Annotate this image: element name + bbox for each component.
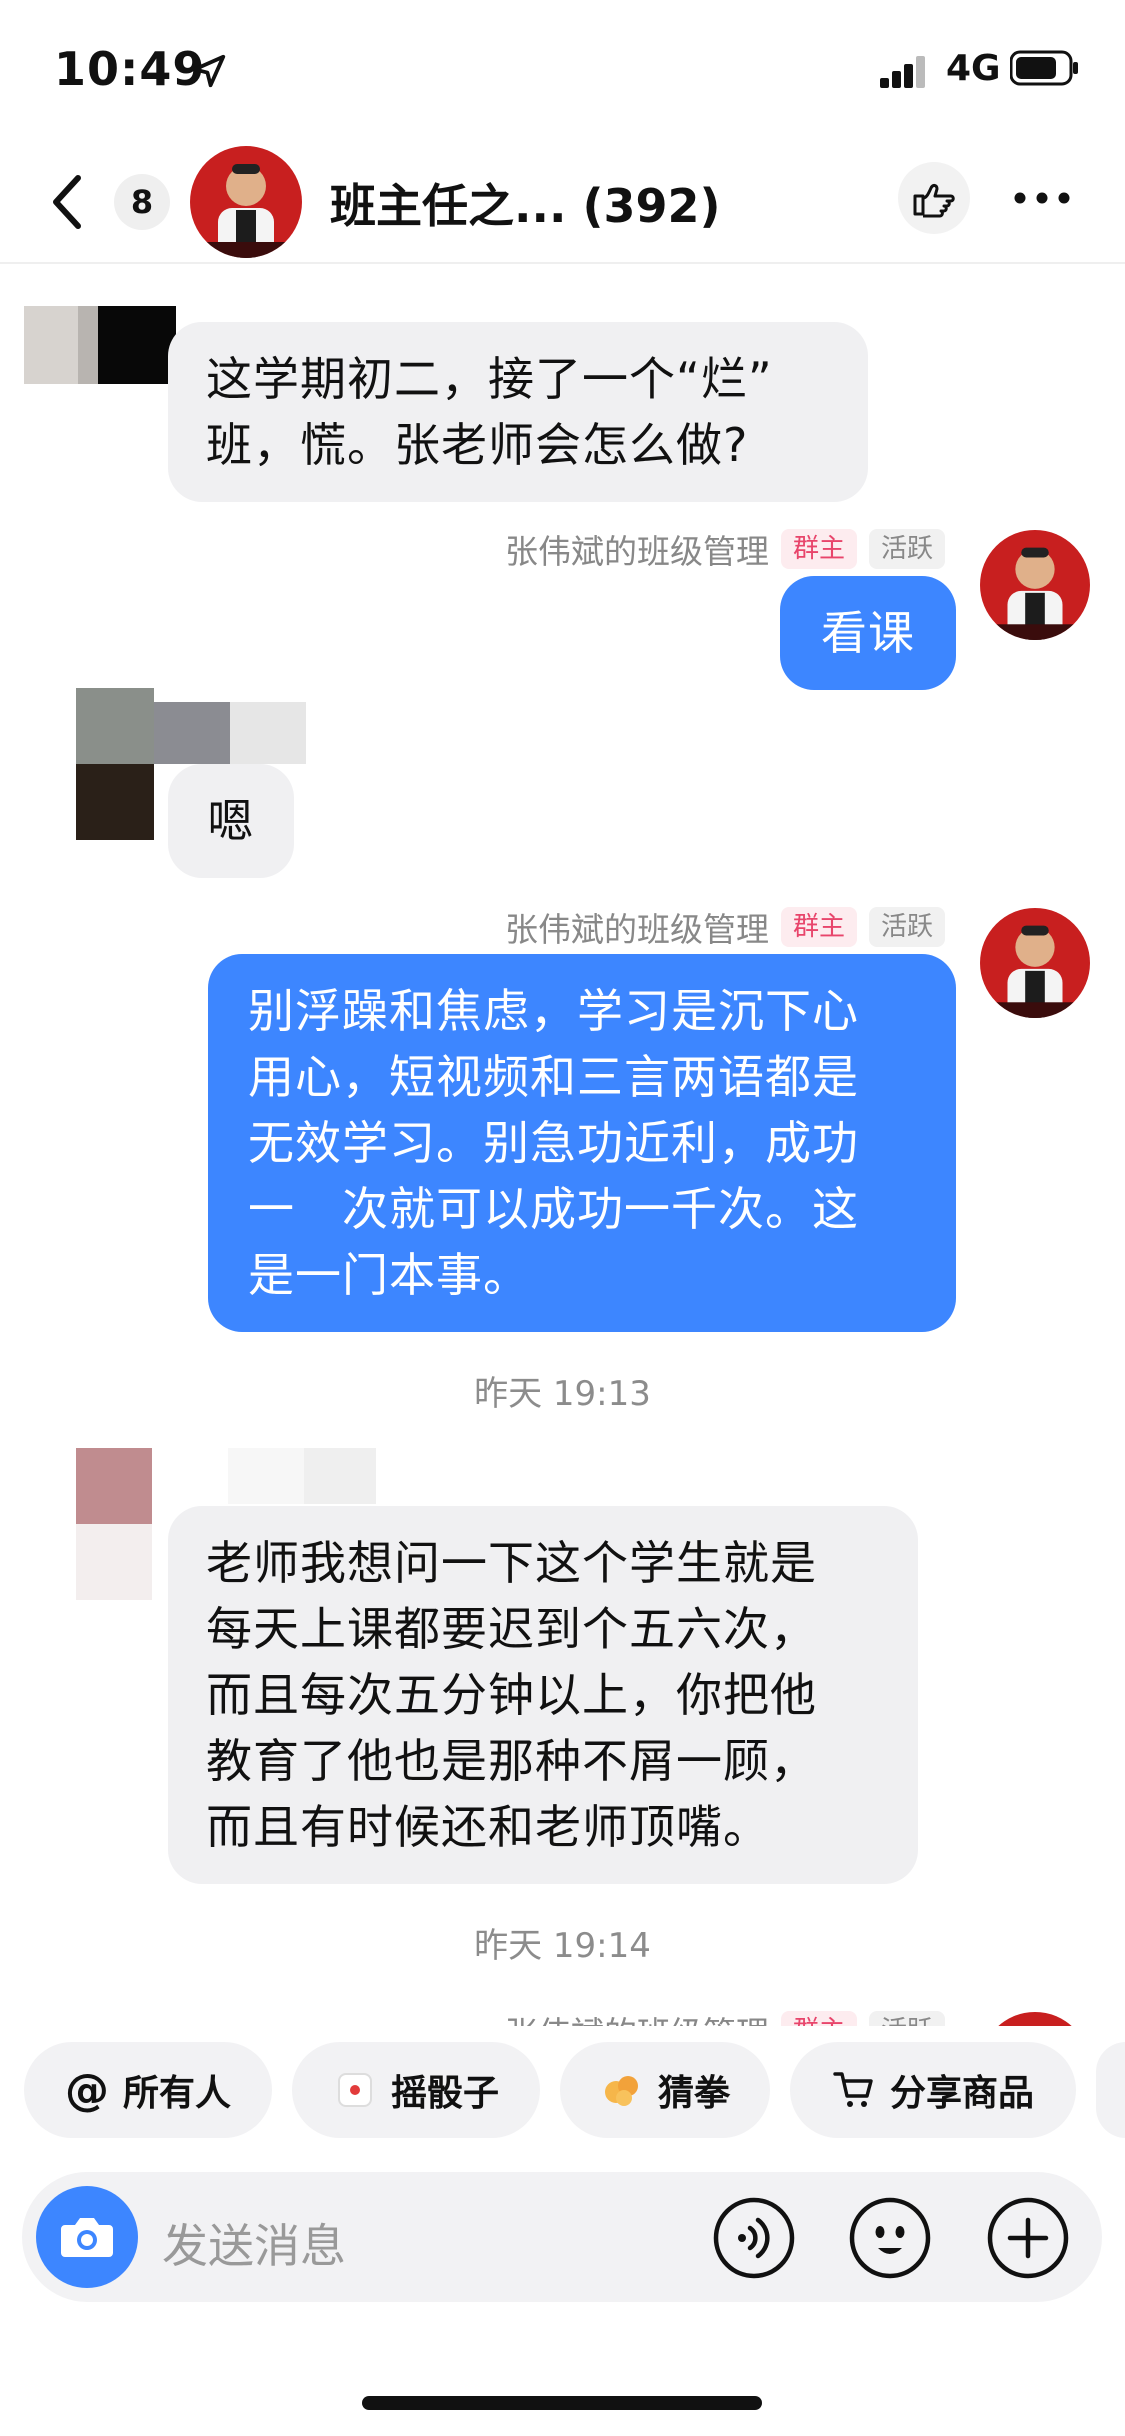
- message-bubble: 这学期初二，接了一个“烂” 班，慌。张老师会怎么做?: [168, 322, 868, 502]
- hand-point-icon: [913, 184, 955, 218]
- chip-label: 所有人: [122, 2073, 231, 2114]
- message-input[interactable]: 发送消息: [162, 2210, 346, 2276]
- mention-all-button[interactable]: @ 所有人: [24, 2042, 272, 2138]
- chip-label: 摇骰子: [390, 2073, 499, 2114]
- rock-paper-scissors-button[interactable]: 猜拳: [560, 2042, 770, 2138]
- owner-tag: 群主: [780, 907, 857, 947]
- group-avatar[interactable]: [190, 146, 302, 258]
- sender-name: 张伟斌的班级管理: [504, 532, 769, 571]
- share-product-button[interactable]: 分享商品: [790, 2042, 1076, 2138]
- location-arrow-icon: [192, 54, 226, 88]
- sender-row: 张伟斌的班级管理 群主 活跃: [504, 528, 945, 571]
- sender-row: 张伟斌的班级管理 群主 活跃: [505, 2010, 945, 2026]
- message-bubble: 看课: [780, 576, 956, 690]
- active-tag: 活跃: [868, 2011, 945, 2026]
- message-input-bar: 发送消息: [22, 2172, 1102, 2302]
- message-timestamp: 昨天 19:14: [474, 1926, 651, 1966]
- message-timestamp: 昨天 19:13: [474, 1374, 651, 1414]
- camera-button[interactable]: [36, 2186, 138, 2288]
- owner-tag: 群主: [780, 2011, 857, 2026]
- unread-count-badge: 8: [114, 174, 170, 230]
- message-bubble: 别浮躁和焦虑，学习是沉下心 用心，短视频和三言两语都是 无效学习。别急功近利，成…: [208, 954, 956, 1332]
- add-button[interactable]: [986, 2196, 1070, 2280]
- network-type: 4G: [946, 48, 1001, 89]
- chip-label: 分享商品: [889, 2073, 1034, 2114]
- status-bar: 10:49 4G: [0, 0, 1125, 140]
- camera-icon: [61, 2218, 113, 2257]
- dice-icon: [333, 2068, 377, 2112]
- back-arrow-icon[interactable]: [44, 170, 96, 234]
- voice-button[interactable]: [712, 2196, 796, 2280]
- emoji-button[interactable]: [848, 2196, 932, 2280]
- owner-tag: 群主: [780, 529, 857, 569]
- user-avatar-blurred[interactable]: [24, 306, 176, 384]
- sender-avatar[interactable]: [980, 530, 1090, 640]
- more-options-icon[interactable]: [1010, 176, 1074, 220]
- message-bubble: 老师我想问一下这个学生就是 每天上课都要迟到个五六次， 而且每次五分钟以上，你把…: [168, 1506, 918, 1884]
- hand-point-button[interactable]: [898, 162, 970, 234]
- cellular-signal-icon: [880, 56, 925, 88]
- message-bubble: 嗯: [168, 764, 294, 878]
- status-time: 10:49: [54, 42, 206, 96]
- group-title[interactable]: 班主任之... (392): [330, 170, 721, 236]
- sender-row: 张伟斌的班级管理 群主 活跃: [504, 906, 945, 949]
- chip-label: 猜拳: [657, 2073, 730, 2114]
- at-icon: @: [64, 2064, 109, 2116]
- chat-header: 8 班主任之... (392): [0, 140, 1125, 264]
- cart-icon: [832, 2068, 876, 2112]
- home-indicator: [362, 2396, 762, 2410]
- hand-icon: [600, 2068, 644, 2112]
- sender-name: 张伟斌的班级管理: [505, 2010, 769, 2026]
- battery-icon: [1010, 50, 1078, 86]
- more-quick-action-chip[interactable]: [1096, 2042, 1125, 2138]
- dice-button[interactable]: 摇骰子: [292, 2042, 540, 2138]
- active-tag: 活跃: [868, 907, 945, 947]
- active-tag: 活跃: [868, 529, 945, 569]
- partial-sender-row: 张伟斌的班级管理 群主 活跃: [0, 2010, 1125, 2026]
- sender-name: 张伟斌的班级管理: [504, 910, 769, 949]
- quick-actions-bar: @ 所有人 摇骰子 猜拳 分享商品: [0, 2040, 1125, 2146]
- sender-avatar[interactable]: [980, 908, 1090, 1018]
- sender-avatar[interactable]: [980, 2012, 1090, 2026]
